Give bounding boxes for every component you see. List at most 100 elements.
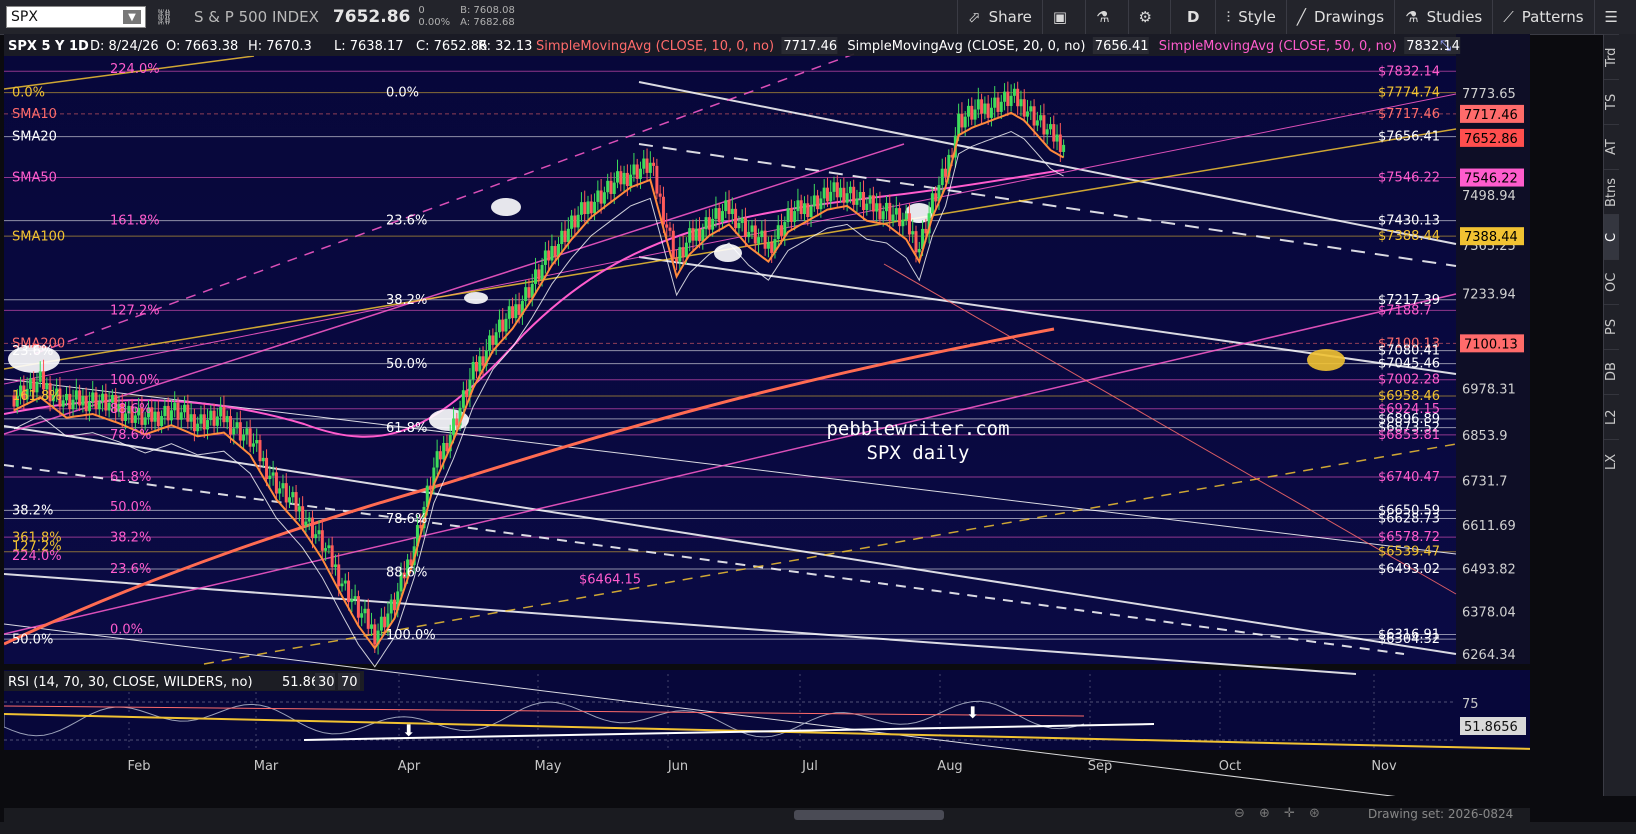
fib-label: SMA20 [12,130,57,145]
candle-body [766,242,770,249]
candle-body [494,332,498,345]
candle-body [517,304,521,315]
candle-body [934,193,938,202]
level-label: $7774.74 [1378,86,1440,101]
header-open: O: 7663.38 [166,39,238,54]
drawing-set[interactable]: Drawing set: 2026-0824 [1368,807,1513,821]
candle-body [665,224,669,228]
style-button[interactable]: ⫶ Style [1215,0,1285,34]
candle-body [839,187,843,198]
candle-body [324,548,328,551]
candle-body [94,392,98,410]
share-button[interactable]: ⬀ Share [957,0,1042,34]
flask-button[interactable]: ⚗ [1085,0,1127,34]
header-close: C: 7652.86 [416,39,487,54]
chevron-down-icon[interactable]: ▼ [123,10,141,24]
scrollbar-thumb[interactable] [794,810,944,820]
drawings-button[interactable]: ╱ Drawings [1285,0,1394,34]
candle-body [156,411,160,427]
candle-body [635,164,639,179]
candle-body [261,457,265,462]
candle-body [642,158,646,169]
side-tab-btns[interactable]: Btns [1604,169,1619,214]
link-icon[interactable]: ⛓ [152,8,176,26]
studies-button[interactable]: ⚗ Studies [1394,0,1492,34]
crosshair-icon[interactable]: ✛ [1284,806,1295,821]
zoom-in-icon[interactable]: ⊕ [1259,806,1270,821]
candle-body [438,451,442,460]
rsi-axis-label: 75 [1462,697,1479,712]
candle-body [38,371,42,382]
patterns-button[interactable]: ⟋ Patterns [1492,0,1593,34]
candle-body [638,168,642,179]
candle-body [957,113,961,136]
price-tick: 6378.04 [1462,606,1516,621]
candle-body [655,165,659,194]
candle-body [566,228,570,243]
candle-body [684,242,688,258]
time-tick: Aug [937,759,962,774]
level-label: $7388.44 [1378,229,1440,244]
level-label: $6539.47 [1378,545,1440,560]
side-tab-oc[interactable]: OC [1604,259,1619,304]
candle-body [307,517,311,522]
candle-body [1058,134,1062,152]
candle-body [255,440,259,444]
candle-body [143,417,147,425]
collapse-icon[interactable]: ⤡ [1440,38,1451,54]
candle-body [186,404,190,422]
candle-body [760,230,764,238]
candle-body [314,534,318,539]
fib-label: 100.0% [110,373,160,388]
candle-body [101,393,105,402]
gear-icon: ⚙ [1138,8,1152,26]
level-label: $7188.7 [1378,303,1432,318]
candle-body [176,402,180,420]
candle-body [986,103,990,118]
candle-body [970,105,974,120]
candle-body [534,269,538,284]
aggregation-button[interactable]: D [1170,0,1215,34]
fib-label: 61.8% [386,421,427,436]
symbol-input[interactable]: SPX ▼ [6,6,146,28]
candle-body [524,287,528,302]
snapshot-button[interactable]: ▣ [1041,0,1085,34]
candle-body [238,422,242,441]
candle-body [573,215,577,228]
candle-body [737,222,741,229]
candle-body [504,318,508,332]
candle-body [812,195,816,207]
candle-body [474,361,478,372]
zoom-out-icon[interactable]: ⊖ [1234,806,1245,821]
chart-title: SPX 5 Y 1D [8,39,89,54]
candle-body [271,472,275,476]
side-tab-at[interactable]: AT [1604,124,1619,169]
price-tick: 7233.94 [1462,288,1516,303]
candle-body [1052,124,1056,142]
price-chart[interactable]: SPX 5 Y 1D D: 8/24/26 O: 7663.38 H: 7670… [4,34,1530,796]
candle-body [87,401,91,412]
side-tab-c[interactable]: C [1604,214,1619,259]
settings-button[interactable]: ⚙ [1127,0,1170,34]
fib-label: 88.6% [386,566,427,581]
menu-button[interactable]: ☰ [1593,0,1636,34]
header-date: D: 8/24/26 [90,39,159,54]
side-tab-l2[interactable]: L2 [1604,394,1619,439]
side-tab-ts[interactable]: TS [1604,79,1619,124]
symbol-value: SPX [11,9,38,25]
candle-body [288,497,292,503]
arrow-down-icon: ⬇ [402,721,415,740]
candle-body [658,193,662,197]
side-tab-ps[interactable]: PS [1604,304,1619,349]
time-scrollbar[interactable]: ⊖ ⊕ ✛ ⊛ Drawing set: 2026-0824 [4,806,1530,822]
target-icon[interactable]: ⊛ [1309,806,1320,821]
fib-label: 224.0% [12,549,62,564]
side-tab-trd[interactable]: Trd [1604,34,1619,79]
time-tick: Mar [254,759,279,774]
candle-body [753,225,757,244]
candle-body [330,545,334,568]
side-tab-lx[interactable]: LX [1604,439,1619,484]
side-tab-db[interactable]: DB [1604,349,1619,394]
candle-body [989,107,993,118]
candle-body [858,191,862,199]
